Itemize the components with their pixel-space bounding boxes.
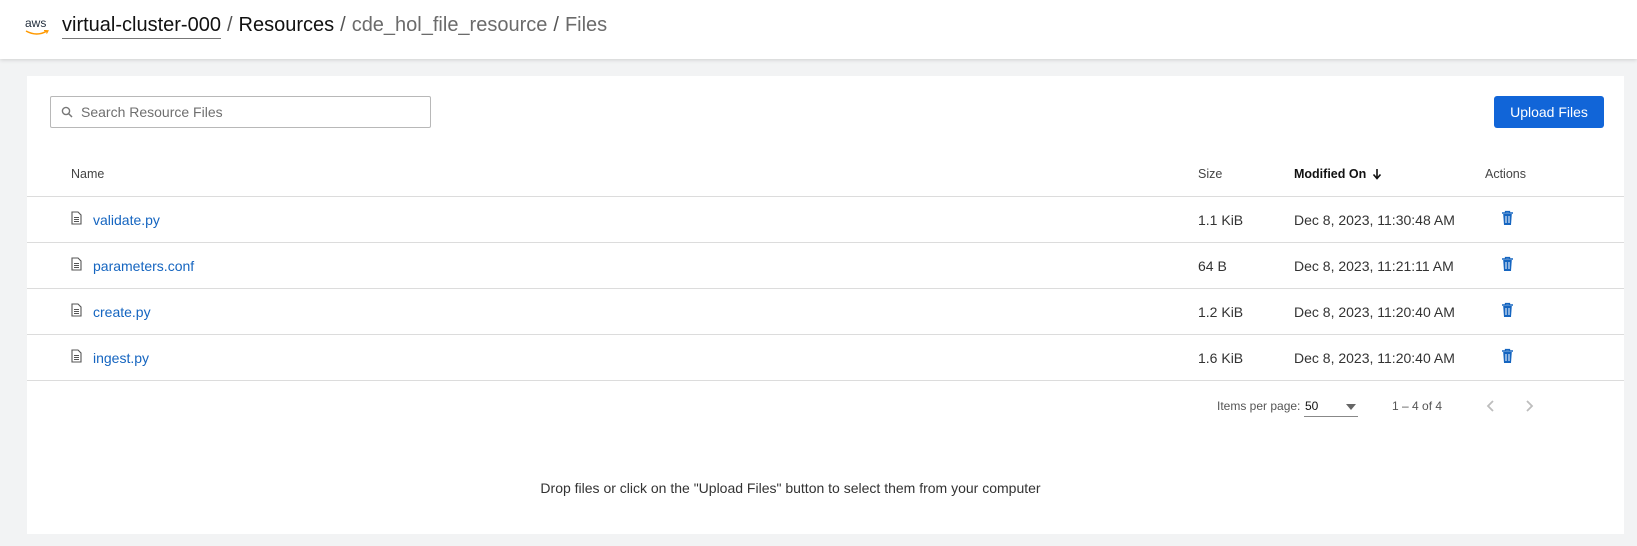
file-name-link[interactable]: validate.py bbox=[93, 212, 160, 228]
column-header-actions: Actions bbox=[1485, 167, 1526, 181]
file-size: 64 B bbox=[1198, 258, 1227, 274]
aws-logo: aws bbox=[25, 17, 49, 37]
table-header: Name Size Modified On Actions bbox=[27, 151, 1624, 197]
column-header-size[interactable]: Size bbox=[1198, 167, 1222, 181]
caret-down-icon bbox=[1346, 404, 1356, 410]
column-header-modified[interactable]: Modified On bbox=[1294, 167, 1382, 181]
table-row: ingest.py 1.6 KiB Dec 8, 2023, 11:20:40 … bbox=[27, 335, 1624, 381]
file-size: 1.2 KiB bbox=[1198, 304, 1244, 320]
file-icon bbox=[71, 349, 82, 363]
file-modified: Dec 8, 2023, 11:30:48 AM bbox=[1294, 212, 1455, 228]
file-size: 1.6 KiB bbox=[1198, 350, 1244, 366]
file-name-link[interactable]: create.py bbox=[93, 304, 151, 320]
table-row: validate.py 1.1 KiB Dec 8, 2023, 11:30:4… bbox=[27, 197, 1624, 243]
files-panel: Upload Files Name Size Modified On Actio… bbox=[27, 76, 1624, 534]
paginator: Items per page: 50 1 – 4 of 4 bbox=[27, 396, 1624, 420]
table-row: parameters.conf 64 B Dec 8, 2023, 11:21:… bbox=[27, 243, 1624, 289]
file-icon bbox=[71, 257, 82, 271]
aws-smile-icon bbox=[25, 30, 49, 35]
items-per-page-select[interactable]: 50 bbox=[1304, 396, 1358, 417]
column-header-name[interactable]: Name bbox=[71, 167, 104, 181]
file-modified: Dec 8, 2023, 11:20:40 AM bbox=[1294, 304, 1455, 320]
breadcrumb-cluster[interactable]: virtual-cluster-000 bbox=[62, 14, 221, 39]
search-icon bbox=[61, 106, 73, 118]
page-range-label: 1 – 4 of 4 bbox=[1392, 399, 1443, 413]
trash-icon[interactable] bbox=[1501, 302, 1514, 318]
trash-icon[interactable] bbox=[1501, 348, 1514, 364]
trash-icon[interactable] bbox=[1501, 210, 1514, 226]
next-page-button[interactable] bbox=[1519, 396, 1539, 416]
search-input[interactable] bbox=[79, 103, 423, 121]
breadcrumb-separator: / bbox=[226, 14, 233, 36]
breadcrumb-resources[interactable]: Resources bbox=[239, 14, 335, 37]
breadcrumb-separator: / bbox=[553, 14, 559, 36]
top-bar: aws virtual-cluster-000 / Resources / cd… bbox=[0, 0, 1637, 59]
file-size: 1.1 KiB bbox=[1198, 212, 1244, 228]
breadcrumb: virtual-cluster-000 / Resources / cde_ho… bbox=[62, 14, 607, 39]
table-row: create.py 1.2 KiB Dec 8, 2023, 11:20:40 … bbox=[27, 289, 1624, 335]
file-name-link[interactable]: ingest.py bbox=[93, 350, 149, 366]
items-per-page-label: Items per page: bbox=[1217, 399, 1301, 413]
dropzone-hint: Drop files or click on the "Upload Files… bbox=[540, 480, 1041, 496]
aws-logo-text: aws bbox=[25, 16, 47, 30]
items-per-page-value: 50 bbox=[1305, 399, 1319, 413]
file-modified: Dec 8, 2023, 11:21:11 AM bbox=[1294, 258, 1454, 274]
breadcrumb-separator: / bbox=[340, 14, 346, 36]
breadcrumb-current: Files bbox=[564, 14, 608, 36]
column-header-modified-label: Modified On bbox=[1294, 167, 1367, 181]
previous-page-button[interactable] bbox=[1481, 396, 1501, 416]
search-box[interactable] bbox=[50, 96, 431, 128]
file-icon bbox=[71, 211, 82, 225]
trash-icon[interactable] bbox=[1501, 256, 1514, 272]
file-icon bbox=[71, 303, 82, 317]
arrow-down-icon bbox=[1373, 169, 1382, 180]
file-name-link[interactable]: parameters.conf bbox=[93, 258, 194, 274]
file-modified: Dec 8, 2023, 11:20:40 AM bbox=[1294, 350, 1455, 366]
breadcrumb-resource[interactable]: cde_hol_file_resource bbox=[352, 14, 548, 37]
upload-files-button[interactable]: Upload Files bbox=[1494, 96, 1604, 128]
